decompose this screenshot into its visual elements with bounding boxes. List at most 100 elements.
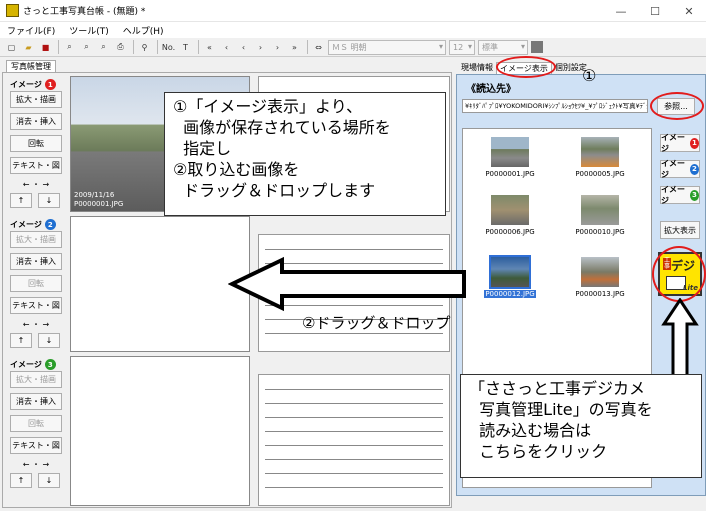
thumbnail-name: P0000013.JPG xyxy=(575,290,625,298)
rotate-button[interactable]: 回転 xyxy=(10,415,62,432)
thumbnail-name: P0000001.JPG xyxy=(485,170,535,178)
source-path-field[interactable]: ¥ｷﾘﾀﾞﾊﾟﾌﾟﾛ¥YOKOMIDORI¥ｼﾝﾌﾟﾙｼｮｳｾﾂ¥_¥ﾌﾟﾛｼﾞ… xyxy=(462,99,648,113)
menu-help[interactable]: ヘルプ(H) xyxy=(116,24,171,37)
prev-icon[interactable]: ‹ xyxy=(236,40,251,54)
image-label: イメージ xyxy=(10,360,42,369)
text-icon[interactable]: T xyxy=(178,40,193,54)
new-file-icon[interactable]: ▢ xyxy=(4,40,19,54)
image-1-controls: イメージ 1 拡大・描画 消去・挿入 回転 テキスト・図 ← ・ → ↑ ↓ xyxy=(10,78,65,208)
thumbnail-name: P0000012.JPG xyxy=(484,290,536,298)
zoom-icon[interactable]: ⌕ xyxy=(79,40,94,54)
open-folder-icon[interactable]: ▰ xyxy=(21,40,36,54)
highlight-dejicam xyxy=(652,246,706,302)
image-number-badge: 2 xyxy=(689,163,699,175)
maximize-button[interactable]: ☐ xyxy=(638,0,672,22)
source-dir-title: 《読込先》 xyxy=(466,84,516,95)
app-icon xyxy=(6,4,19,17)
step-1-marker: ① xyxy=(582,66,597,85)
enlarge-view-button[interactable]: 拡大表示 xyxy=(660,221,700,239)
enlarge-draw-button[interactable]: 拡大・描画 xyxy=(10,231,62,248)
font-size-select[interactable]: 12 xyxy=(449,39,475,55)
preview-icon[interactable]: ⌕ xyxy=(62,40,77,54)
highlight-browse xyxy=(650,92,704,120)
close-button[interactable]: ✕ xyxy=(672,0,706,22)
color-icon[interactable] xyxy=(531,41,543,53)
move-up-button[interactable]: ↑ xyxy=(10,193,32,208)
menu-tools[interactable]: ツール(T) xyxy=(62,24,116,37)
enlarge-draw-button[interactable]: 拡大・描画 xyxy=(10,91,62,108)
move-down-button[interactable]: ↓ xyxy=(38,193,60,208)
photo-slot-3[interactable] xyxy=(70,356,250,506)
tab-site-info[interactable]: 現場情報 xyxy=(458,62,496,74)
drag-arrow-annotation xyxy=(228,256,466,312)
image-label: イメージ xyxy=(661,185,685,205)
erase-insert-button[interactable]: 消去・挿入 xyxy=(10,393,62,410)
next-10-icon[interactable]: › xyxy=(270,40,285,54)
thumbnail[interactable]: P0000012.JPG xyxy=(465,255,555,298)
thumbnail[interactable]: P0000001.JPG xyxy=(465,137,555,178)
font-name-select[interactable]: ＭＳ 明朝 xyxy=(328,39,446,55)
image-number-badge: 3 xyxy=(44,359,56,370)
photo-file: P0000001.JPG xyxy=(74,200,124,208)
image-1-button[interactable]: イメージ 1 xyxy=(660,133,700,153)
instruction-callout: ①「イメージ表示」より、 画像が保存されている場所を 指定し ②取り込む画像を … xyxy=(164,92,446,216)
move-up-button[interactable]: ↑ xyxy=(10,473,32,488)
image-label: イメージ xyxy=(10,220,42,229)
image-3-controls: イメージ 3 拡大・描画 消去・挿入 回転 テキスト・図 ← ・ → ↑ ↓ xyxy=(10,358,65,488)
menu-bar: ファイル(F) ツール(T) ヘルプ(H) xyxy=(0,22,706,38)
enlarge-draw-button[interactable]: 拡大・描画 xyxy=(10,371,62,388)
move-left-right[interactable]: ← ・ → xyxy=(10,459,62,469)
toolbar: ▢ ▰ ■ ⌕ ⌕ ⌕ ⎙ ⚲ No. T « ‹ ‹ › › » ⇔ ＭＳ 明… xyxy=(0,38,706,57)
thumbnail[interactable]: P0000006.JPG xyxy=(465,195,555,236)
move-down-button[interactable]: ↓ xyxy=(38,333,60,348)
first-page-icon[interactable]: « xyxy=(202,40,217,54)
image-2-controls: イメージ 2 拡大・描画 消去・挿入 回転 テキスト・図 ← ・ → ↑ ↓ xyxy=(10,218,65,348)
image-number-badge: 1 xyxy=(689,137,699,149)
rotate-button[interactable]: 回転 xyxy=(10,275,62,292)
width-icon[interactable]: ⇔ xyxy=(311,40,326,54)
photo-date: 2009/11/16 xyxy=(74,191,115,199)
prev-10-icon[interactable]: ‹ xyxy=(219,40,234,54)
up-arrow-annotation xyxy=(661,298,699,378)
next-icon[interactable]: › xyxy=(253,40,268,54)
number-icon[interactable]: No. xyxy=(161,40,176,54)
info-slot-3[interactable] xyxy=(258,374,450,506)
window-title: さっと工事写真台帳 - (無題) * xyxy=(23,7,146,17)
text-figure-button[interactable]: テキスト・図 xyxy=(10,297,62,314)
move-up-button[interactable]: ↑ xyxy=(10,333,32,348)
text-figure-button[interactable]: テキスト・図 xyxy=(10,157,62,174)
image-3-button[interactable]: イメージ 3 xyxy=(660,185,700,205)
highlight-image-tab xyxy=(496,56,556,78)
thumbnail-name: P0000006.JPG xyxy=(485,228,535,236)
move-down-button[interactable]: ↓ xyxy=(38,473,60,488)
image-number-badge: 1 xyxy=(44,79,56,90)
move-left-right[interactable]: ← ・ → xyxy=(10,319,62,329)
thumbnail[interactable]: P0000005.JPG xyxy=(555,137,645,178)
search-icon[interactable]: ⚲ xyxy=(137,40,152,54)
image-label: イメージ xyxy=(10,80,42,89)
text-figure-button[interactable]: テキスト・図 xyxy=(10,437,62,454)
image-number-badge: 2 xyxy=(44,219,56,230)
minimize-button[interactable]: — xyxy=(604,0,638,22)
title-bar: さっと工事写真台帳 - (無題) * — ☐ ✕ xyxy=(0,0,706,22)
image-2-button[interactable]: イメージ 2 xyxy=(660,159,700,179)
lite-note-callout: 「ささっと工事デジカメ 写真管理Lite」の写真を 読み込む場合は こちらをクリ… xyxy=(460,374,702,478)
print-icon[interactable]: ⎙ xyxy=(113,40,128,54)
erase-insert-button[interactable]: 消去・挿入 xyxy=(10,113,62,130)
font-style-select[interactable]: 標準 xyxy=(478,39,528,55)
zoom-page-icon[interactable]: ⌕ xyxy=(96,40,111,54)
save-icon[interactable]: ■ xyxy=(38,40,53,54)
rotate-button[interactable]: 回転 xyxy=(10,135,62,152)
thumbnail[interactable]: P0000013.JPG xyxy=(555,257,645,298)
thumbnail[interactable]: P0000010.JPG xyxy=(555,195,645,236)
erase-insert-button[interactable]: 消去・挿入 xyxy=(10,253,62,270)
drag-drop-label: ②ドラッグ＆ドロップ xyxy=(302,314,451,332)
menu-file[interactable]: ファイル(F) xyxy=(0,24,62,37)
image-label: イメージ xyxy=(661,159,685,179)
image-number-badge: 3 xyxy=(689,189,699,201)
move-left-right[interactable]: ← ・ → xyxy=(10,179,62,189)
photo-slot-2[interactable] xyxy=(70,216,250,352)
last-page-icon[interactable]: » xyxy=(287,40,302,54)
thumbnail-name: P0000010.JPG xyxy=(575,228,625,236)
image-label: イメージ xyxy=(661,133,685,153)
